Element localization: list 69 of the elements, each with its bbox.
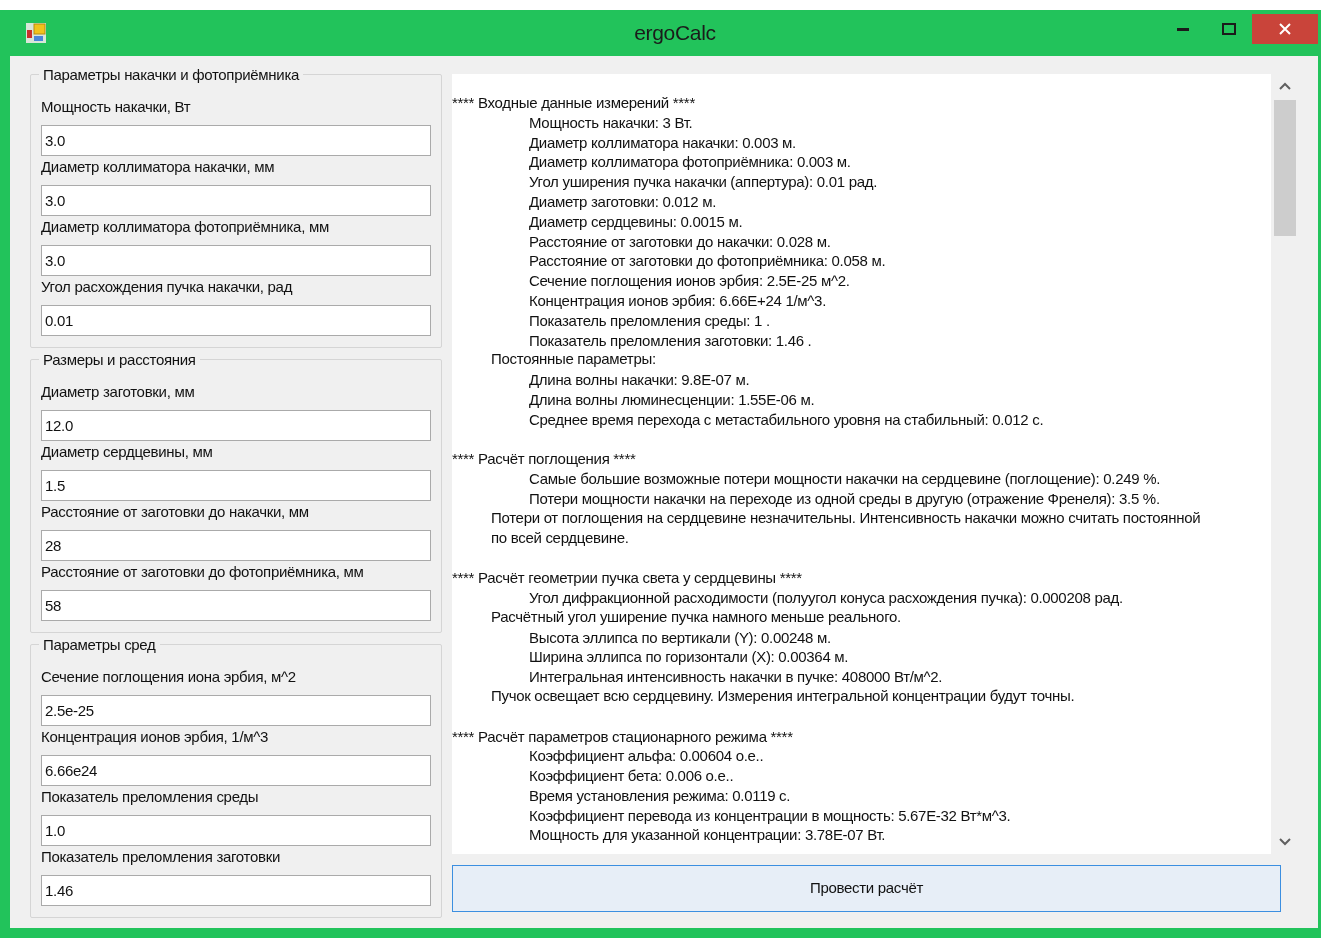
output-line: Расстояние от заготовки до фотоприёмника: 0.058 м. (528, 251, 887, 271)
input-field[interactable]: 2.5e-25 (41, 695, 431, 726)
window-title: ergoCalc (633, 20, 717, 46)
field-label: Расстояние от заготовки до накачки, мм (41, 502, 309, 522)
close-icon (1279, 23, 1291, 35)
output-line: Диаметр сердцевины: 0.0015 м. (528, 211, 744, 231)
field-label: Сечение поглощения иона эрбия, м^2 (41, 667, 296, 687)
field-label: Расстояние от заготовки до фотоприёмника, мм (41, 562, 364, 582)
field-label: Диаметр сердцевины, мм (41, 442, 213, 462)
input-field[interactable]: 1.5 (41, 470, 431, 501)
output-line: Мощность накачки: 3 Вт. (528, 112, 694, 132)
section-heading: **** Расчёт поглощения **** (452, 449, 637, 469)
output-note: Потери от поглощения на сердцевине незначительны. Интенсивность накачки можно считать постоянной по всей сердцевине. (490, 507, 1202, 548)
input-field[interactable]: 3.0 (41, 185, 431, 216)
close-button[interactable] (1252, 14, 1318, 44)
output-line: Коэффициент альфа: 0.00604 о.е.. (528, 746, 765, 766)
output-line: Высота эллипса по вертикали (Y): 0.00248 м. (528, 627, 832, 647)
field-label: Концентрация ионов эрбия, 1/м^3 (41, 727, 269, 747)
app-icon (26, 23, 46, 43)
input-field[interactable]: 28 (41, 530, 431, 561)
output-line: Диаметр коллиматора накачки: 0.003 м. (528, 132, 797, 152)
section-heading: **** Входные данные измерений **** (452, 93, 696, 112)
output-note: Расчётный угол уширение пучка намного меньше реального. (490, 606, 902, 627)
output-line: Интегральная интенсивность накачки в пучке: 408000 Вт/м^2. (528, 667, 944, 686)
output-line: Время установления режима: 0.0119 с. (528, 785, 792, 805)
field-label: Показатель преломления заготовки (41, 847, 281, 867)
output-line: Ширина эллипса по горизонтали (X): 0.00364 м. (528, 647, 850, 667)
maximize-icon (1222, 23, 1236, 35)
scroll-thumb[interactable] (1273, 100, 1296, 236)
output-note: Постоянные параметры: (490, 349, 657, 370)
calculate-button[interactable]: Провести расчёт (452, 865, 1281, 912)
output-line: Мощность для указанной концентрации: 3.78E-07 Вт. (528, 825, 887, 845)
scroll-down-icon (1278, 838, 1291, 846)
output-line: Расстояние от заготовки до накачки: 0.028 м. (528, 231, 832, 251)
output-line: Потери мощности накачки на переходе из одной среды в другую (отражение Френеля): 3.5 %. (528, 488, 1161, 508)
output-line: Угол уширения пучка накачки (аппертура): 0.01 рад. (528, 172, 879, 191)
output-line: Показатель преломления заготовки: 1.46 . (528, 330, 813, 350)
output-line: Среднее время перехода с метастабильного уровня на стабильный: 0.012 с. (528, 409, 1045, 429)
field-label: Мощность накачки, Вт (41, 97, 191, 117)
input-field[interactable]: 3.0 (41, 125, 431, 156)
input-field[interactable]: 12.0 (41, 410, 431, 441)
field-label: Диаметр коллиматора фотоприёмника, мм (41, 217, 329, 237)
output-text-area[interactable] (452, 74, 1298, 854)
input-field[interactable]: 58 (41, 590, 431, 621)
output-line: Диаметр заготовки: 0.012 м. (528, 192, 718, 211)
field-label: Диаметр заготовки, мм (41, 382, 195, 402)
field-label: Диаметр коллиматора накачки, мм (41, 157, 275, 177)
field-label: Показатель преломления среды (41, 787, 259, 807)
output-line: Сечение поглощения ионов эрбия: 2.5E-25 м^2. (528, 271, 851, 290)
output-line: Диаметр коллиматора фотоприёмника: 0.003 м. (528, 152, 852, 172)
output-line: Концентрация ионов эрбия: 6.66E+24 1/м^3. (528, 290, 828, 310)
input-field[interactable]: 1.46 (41, 875, 431, 906)
output-line: Коэффициент бета: 0.006 о.е.. (528, 766, 735, 785)
section-heading: **** Расчёт параметров стационарного режима **** (452, 726, 794, 746)
output-line: Длина волны люминесценции: 1.55E-06 м. (528, 389, 816, 409)
minimize-icon (1177, 27, 1189, 31)
output-note: Пучок освещает всю сердцевину. Измерения интегральной концентрации будут точны. (490, 685, 1076, 706)
output-line: Угол дифракционной расходимости (полуугол конуса расхождения пучка): 0.000208 рад. (528, 587, 1124, 607)
field-label: Угол расхождения пучка накачки, рад (41, 277, 293, 297)
section-heading: **** Расчёт геометрии пучка света у сердцевины **** (452, 568, 803, 587)
input-field[interactable]: 3.0 (41, 245, 431, 276)
scroll-up-icon (1278, 82, 1291, 90)
output-line: Коэффициент перевода из концентрации в мощность: 5.67E-32 Вт*м^3. (528, 805, 1012, 825)
input-field[interactable]: 1.0 (41, 815, 431, 846)
output-line: Показатель преломления среды: 1 . (528, 310, 771, 330)
input-field[interactable]: 6.66e24 (41, 755, 431, 786)
output-line: Самые большие возможные потери мощности накачки на сердцевине (поглощение): 0.249 %. (528, 469, 1162, 488)
input-field[interactable]: 0.01 (41, 305, 431, 336)
output-line: Длина волны накачки: 9.8E-07 м. (528, 370, 751, 389)
